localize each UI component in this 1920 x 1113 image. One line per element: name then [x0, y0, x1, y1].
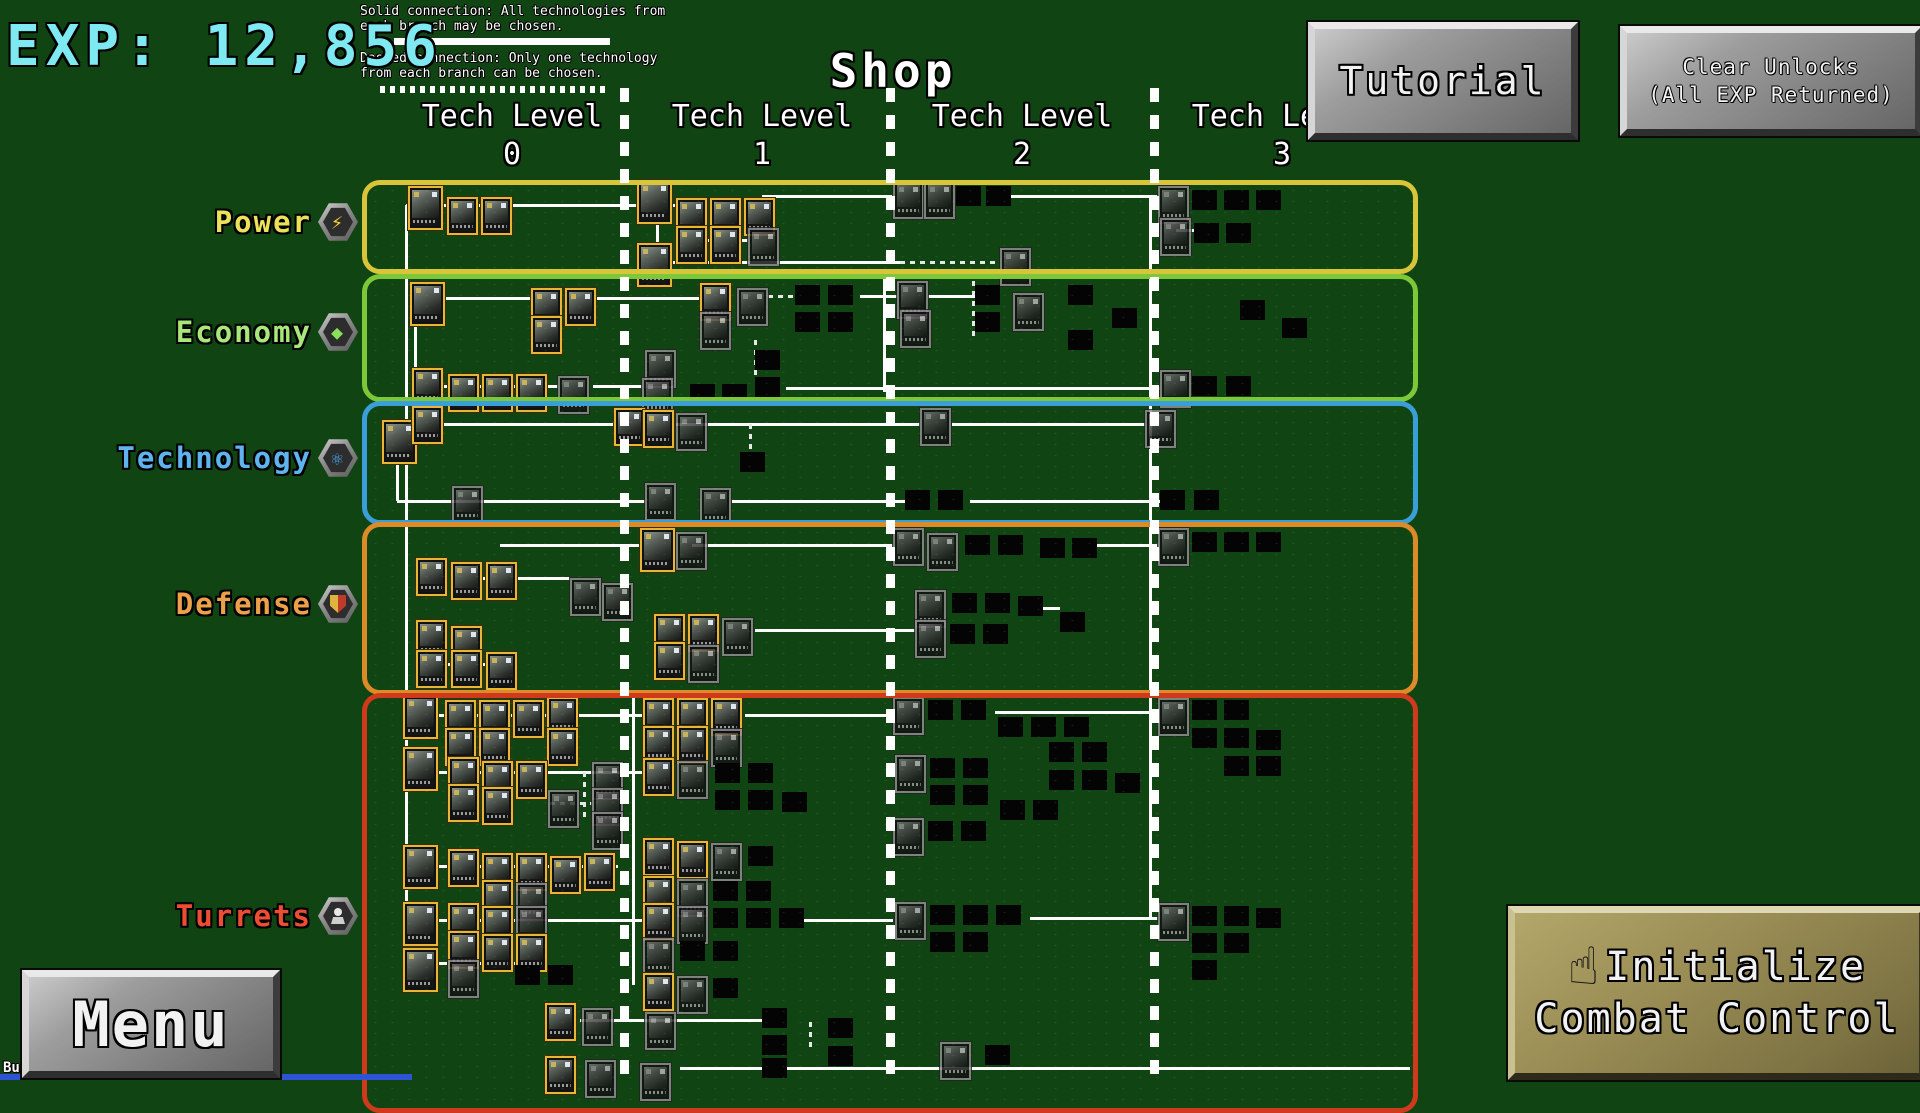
hex-inner [323, 589, 353, 619]
initialize-line1: Initialize [1605, 941, 1866, 993]
column-separator-1 [886, 88, 895, 1080]
initialize-line2: Combat Control [1534, 993, 1899, 1045]
row-label-turrets: Turrets [176, 896, 358, 936]
tech-level-label: Tech Level [382, 98, 642, 136]
menu-button-label: Menu [72, 988, 229, 1061]
row-label-technology: Technology ⚛ [117, 438, 358, 478]
tech-level-label: Tech Level [632, 98, 892, 136]
tech-level-number: 3 [1152, 136, 1412, 174]
row-label-text-economy: Economy [176, 315, 312, 349]
row-label-economy: Economy ◆ [176, 312, 358, 352]
hex-glyph: ⚛ [331, 448, 345, 468]
tech-level-number: 0 [382, 136, 642, 174]
row-label-text-power: Power [215, 205, 312, 239]
hex-inner: ◆ [323, 317, 353, 347]
hex-inner: ⚡ [323, 207, 353, 237]
exp-counter: EXP: 12,856 [6, 14, 443, 79]
shield-glyph [330, 595, 346, 613]
row-label-text-defense: Defense [176, 587, 312, 621]
clear-unlocks-line2: (All EXP Returned) [1648, 81, 1894, 109]
lightning-icon: ⚡ [318, 202, 358, 242]
tech-level-number: 1 [632, 136, 892, 174]
shield-icon [318, 584, 358, 624]
hex-glyph: ◆ [331, 322, 345, 342]
tutorial-button-label: Tutorial [1339, 59, 1546, 103]
row-label-defense: Defense [176, 584, 358, 624]
menu-button[interactable]: Menu [22, 970, 280, 1078]
tech-level-header-2: Tech Level2 [892, 98, 1152, 174]
turret-icon [318, 896, 358, 936]
tech-level-header-1: Tech Level1 [632, 98, 892, 174]
tutorial-button[interactable]: Tutorial [1308, 22, 1578, 140]
turret-glyph [330, 908, 346, 924]
hex-inner [323, 901, 353, 931]
column-separator-2 [1150, 88, 1159, 1080]
row-label-power: Power ⚡ [215, 202, 358, 242]
science-icon: ⚛ [318, 438, 358, 478]
row-label-text-technology: Technology [117, 441, 312, 475]
dashed-line-sample [380, 86, 610, 93]
tech-level-header-0: Tech Level0 [382, 98, 642, 174]
tech-level-label: Tech Level [892, 98, 1152, 136]
pointing-hand-icon: ☝ [1568, 947, 1601, 987]
initialize-combat-control-button[interactable]: ☝ Initialize Combat Control [1508, 906, 1920, 1080]
hex-inner: ⚛ [323, 443, 353, 473]
column-separator-0 [620, 88, 629, 1080]
tech-level-number: 2 [892, 136, 1152, 174]
hex-glyph: ⚡ [331, 212, 345, 232]
row-label-text-turrets: Turrets [176, 899, 312, 933]
clear-unlocks-line1: Clear Unlocks [1682, 53, 1859, 81]
gem-icon: ◆ [318, 312, 358, 352]
clear-unlocks-button[interactable]: Clear Unlocks (All EXP Returned) [1620, 26, 1920, 136]
